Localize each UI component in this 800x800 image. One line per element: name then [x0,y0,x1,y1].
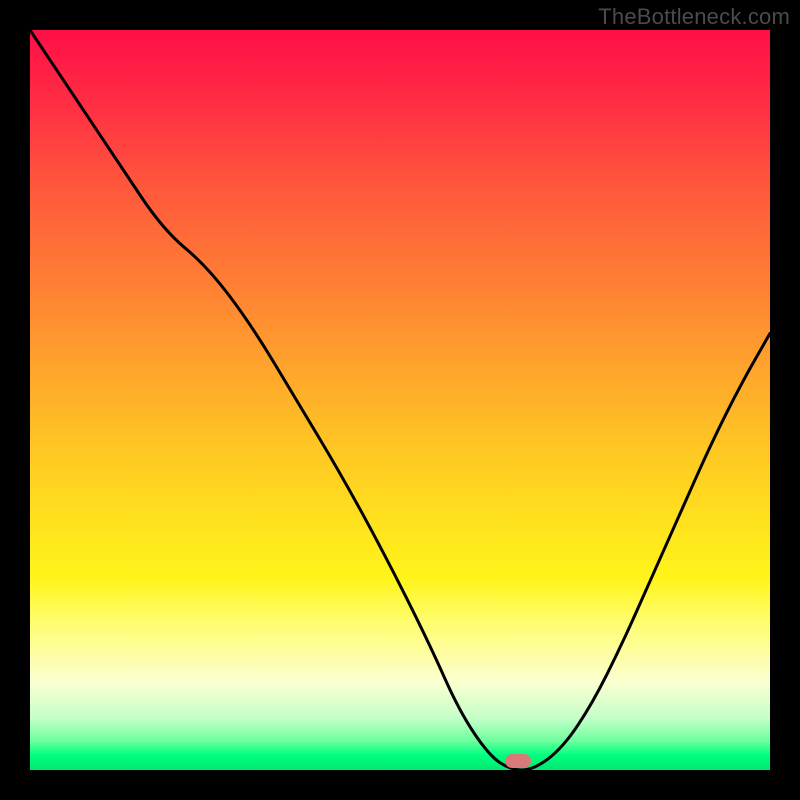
optimal-point-marker [505,754,531,768]
chart-frame: TheBottleneck.com [0,0,800,800]
plot-area [30,30,770,770]
bottleneck-curve [30,30,770,770]
watermark-text: TheBottleneck.com [598,4,790,30]
